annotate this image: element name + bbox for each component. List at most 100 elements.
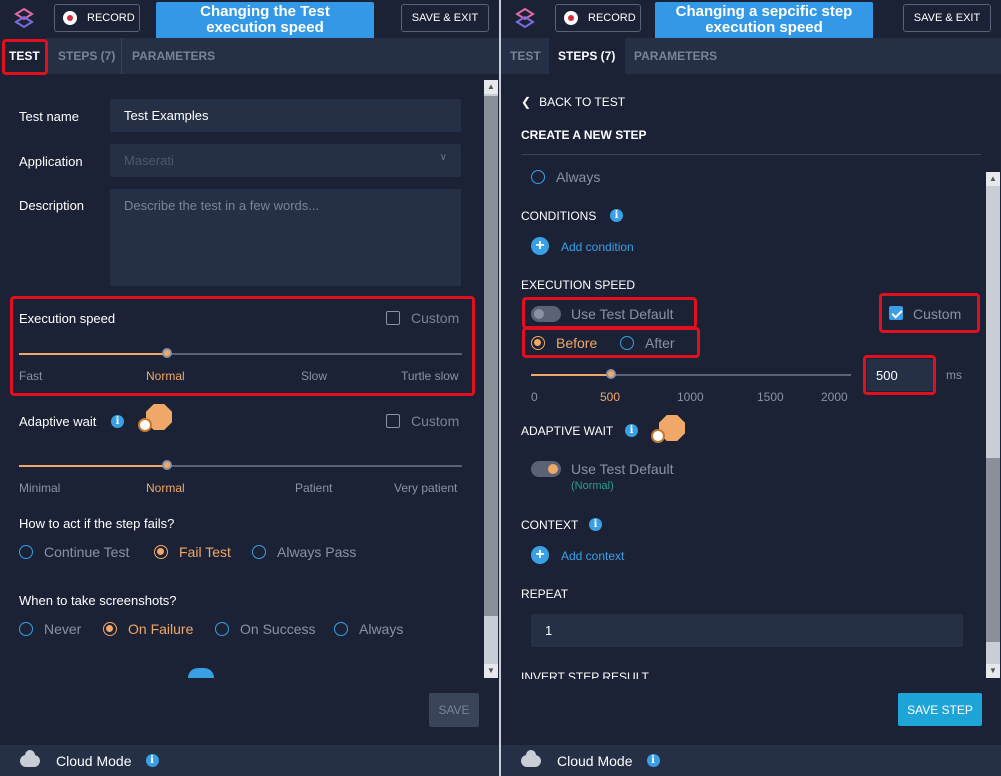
- scroll-thumb[interactable]: [986, 458, 1000, 642]
- description-textarea[interactable]: Describe the test in a few words...: [110, 189, 461, 286]
- toggle-knob: [534, 309, 544, 319]
- step-speed-slider-thumb[interactable]: [606, 369, 616, 379]
- callout-line-2: execution speed: [206, 19, 324, 36]
- toggle-knob: [548, 464, 558, 474]
- info-icon[interactable]: i: [610, 209, 623, 222]
- footer: Cloud Mode i: [0, 745, 499, 776]
- record-button[interactable]: RECORD: [555, 4, 641, 32]
- tab-steps[interactable]: STEPS (7): [549, 38, 625, 74]
- use-test-default-toggle[interactable]: [531, 306, 561, 322]
- scrollbar[interactable]: ▲ ▼: [484, 80, 498, 678]
- info-icon[interactable]: i: [589, 518, 602, 531]
- save-step-button[interactable]: SAVE STEP: [898, 693, 982, 726]
- use-test-default-label: Use Test Default: [571, 306, 674, 322]
- step-speed-tick-1500: 1500: [757, 390, 784, 404]
- radio-continue-test[interactable]: [19, 545, 33, 559]
- tab-parameters[interactable]: PARAMETERS: [625, 38, 726, 74]
- scroll-up-icon[interactable]: ▲: [986, 172, 1000, 186]
- clock-icon: [138, 418, 152, 432]
- create-step-title: CREATE A NEW STEP: [521, 128, 647, 142]
- step-speed-tick-500: 500: [600, 390, 621, 404]
- execution-speed-fill: [19, 353, 167, 355]
- cloud-mode-label: Cloud Mode: [557, 752, 633, 769]
- adaptive-wait-label: Adaptive wait: [19, 414, 97, 429]
- radio-after[interactable]: [620, 336, 634, 350]
- radio-before-label: Before: [556, 335, 598, 351]
- add-condition-link[interactable]: Add condition: [561, 240, 634, 254]
- execution-speed-label: Execution speed: [19, 311, 116, 326]
- application-select[interactable]: Maserati ∨: [110, 144, 461, 177]
- wait-tick-normal: Normal: [146, 481, 185, 495]
- test-name-input[interactable]: Test Examples: [110, 99, 461, 132]
- step-speed-tick-1000: 1000: [677, 390, 704, 404]
- radio-before[interactable]: [531, 336, 545, 350]
- execution-speed-label: EXECUTION SPEED: [521, 278, 636, 292]
- cloud-icon: [521, 749, 541, 767]
- step-speed-tick-2000: 2000: [821, 390, 848, 404]
- scrollbar[interactable]: ▲ ▼: [986, 172, 1000, 678]
- speed-tick-turtle-slow: Turtle slow: [401, 369, 459, 383]
- info-icon[interactable]: i: [111, 415, 124, 428]
- footer: Cloud Mode i: [501, 745, 1001, 776]
- radio-on-failure-label: On Failure: [128, 621, 194, 637]
- radio-never[interactable]: [19, 622, 33, 636]
- repeat-label: REPEAT: [521, 587, 569, 601]
- tab-divider: [121, 38, 122, 74]
- radio-on-failure[interactable]: [103, 622, 117, 636]
- tab-test[interactable]: TEST: [0, 38, 46, 74]
- back-to-test-link[interactable]: ❮ BACK TO TEST: [521, 95, 625, 109]
- save-exit-button[interactable]: SAVE & EXIT: [401, 4, 489, 32]
- radio-after-label: After: [645, 335, 675, 351]
- wait-tick-patient: Patient: [295, 481, 333, 495]
- screenshot-question: When to take screenshots?: [19, 593, 177, 608]
- adaptive-wait-custom-checkbox[interactable]: [386, 414, 400, 428]
- scroll-down-icon[interactable]: ▼: [484, 664, 498, 678]
- invert-label-clip: INVERT STEP RESULT: [521, 670, 961, 679]
- description-placeholder: Describe the test in a few words...: [124, 198, 320, 213]
- adaptive-wait-fill: [19, 465, 167, 467]
- callout-line-1: Changing a sepcific step: [675, 3, 853, 20]
- radio-always-pass-label: Always Pass: [277, 544, 357, 560]
- radio-on-success[interactable]: [215, 622, 229, 636]
- context-label: CONTEXT: [521, 518, 579, 532]
- annotation-callout: Changing the Test execution speed: [156, 2, 374, 40]
- add-icon[interactable]: +: [531, 546, 549, 564]
- speed-tick-slow: Slow: [301, 369, 328, 383]
- application-label: Application: [19, 154, 83, 169]
- add-icon[interactable]: +: [531, 237, 549, 255]
- speed-ms-input[interactable]: 500: [867, 359, 933, 391]
- tab-parameters[interactable]: PARAMETERS: [123, 38, 224, 74]
- add-context-link[interactable]: Add context: [561, 549, 624, 563]
- tab-test[interactable]: TEST: [501, 38, 550, 74]
- speed-tick-normal: Normal: [146, 369, 185, 383]
- top-bar: RECORD Changing a sepcific step executio…: [501, 0, 1001, 40]
- radio-always[interactable]: [531, 170, 545, 184]
- adaptive-default-toggle[interactable]: [531, 461, 561, 477]
- adaptive-wait-slider-thumb[interactable]: [162, 460, 172, 470]
- save-exit-button[interactable]: SAVE & EXIT: [903, 4, 991, 32]
- chevron-left-icon: ❮: [521, 95, 532, 109]
- description-label: Description: [19, 198, 85, 213]
- info-icon[interactable]: i: [646, 754, 660, 767]
- conditions-label: CONDITIONS: [521, 209, 597, 223]
- repeat-input[interactable]: 1: [531, 614, 963, 647]
- execution-speed-custom-checkbox[interactable]: [386, 311, 400, 325]
- execution-speed-slider-thumb[interactable]: [162, 348, 172, 358]
- tab-steps[interactable]: STEPS (7): [49, 38, 124, 74]
- fail-question: How to act if the step fails?: [19, 516, 175, 531]
- info-icon[interactable]: i: [145, 754, 159, 767]
- custom-checkbox[interactable]: [889, 306, 903, 320]
- radio-always[interactable]: [334, 622, 348, 636]
- step-speed-fill: [531, 374, 611, 376]
- annotation-callout: Changing a sepcific step execution speed: [655, 2, 873, 40]
- save-button[interactable]: SAVE: [429, 693, 479, 727]
- record-button[interactable]: RECORD: [54, 4, 140, 32]
- application-value: Maserati: [124, 153, 174, 168]
- chevron-down-icon: ∨: [439, 152, 447, 163]
- scroll-thumb[interactable]: [484, 96, 498, 616]
- scroll-down-icon[interactable]: ▼: [986, 664, 1000, 678]
- scroll-up-icon[interactable]: ▲: [484, 80, 498, 94]
- radio-always-pass[interactable]: [252, 545, 266, 559]
- info-icon[interactable]: i: [625, 424, 638, 437]
- radio-fail-test[interactable]: [154, 545, 168, 559]
